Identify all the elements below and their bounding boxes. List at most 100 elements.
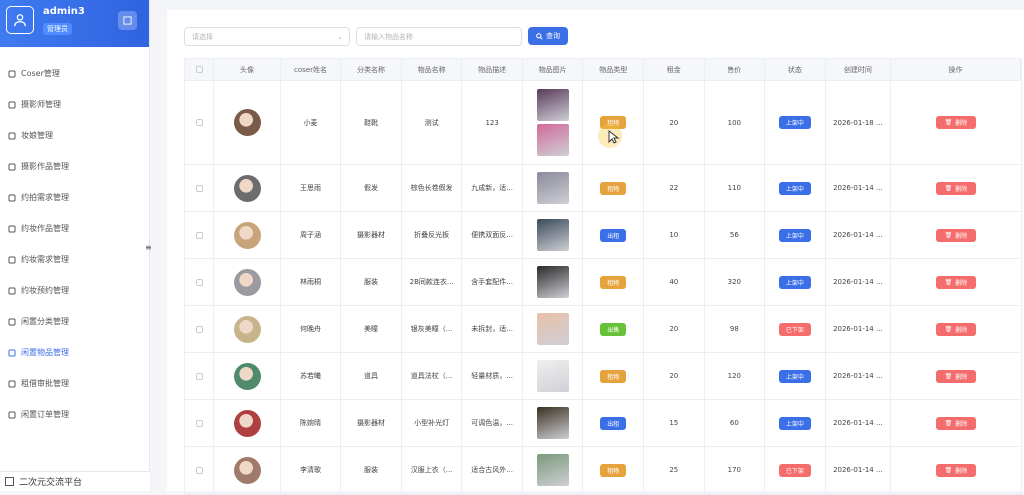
select-all-cell — [185, 59, 215, 80]
delete-button[interactable]: 🗑 删除 — [936, 416, 976, 430]
menu-document-icon — [7, 255, 16, 264]
select-all-checkbox[interactable] — [195, 66, 203, 73]
platform-name: 二次元交流平台 — [19, 478, 83, 488]
avatar-cell — [214, 306, 281, 352]
sidebar-item-8[interactable]: 闲置分类管理 — [0, 306, 149, 337]
sidebar-item-10[interactable]: 租借审批管理 — [0, 368, 149, 399]
category-select[interactable]: 请选择 ⌄ — [184, 27, 350, 46]
search-toolbar: 请选择 ⌄ 请输入物品名称 查询 — [184, 27, 568, 47]
query-button[interactable]: 查询 — [528, 27, 568, 45]
collapse-button[interactable] — [118, 11, 137, 30]
row-checkbox[interactable] — [195, 278, 203, 286]
avatar-cell — [214, 212, 281, 258]
drag-handle-icon[interactable]: ≡ — [145, 243, 152, 252]
delete-label: 删除 — [955, 120, 968, 127]
sidebar-item-4[interactable]: 约拍需求管理 — [0, 182, 149, 213]
delete-button[interactable]: 🗑 删除 — [936, 275, 976, 289]
user-avatar[interactable] — [6, 6, 34, 34]
delete-button[interactable]: 🗑 删除 — [936, 228, 976, 242]
table-row[interactable]: 陈婉晴 摄影器材 小型补光灯 可调色温，... 出租 15 60 上架中 2026-01-14 … — [185, 400, 1021, 447]
actions-cell: 🗑 删除 — [891, 447, 1021, 493]
table-row[interactable]: 林雨桐 服装 2B同款连衣... 含手套配件... 租物 40 320 上架中 2026-01-… — [185, 259, 1021, 306]
sidebar-item-9[interactable]: 闲置物品管理 — [0, 337, 149, 368]
item-image-thumbnail[interactable] — [536, 454, 569, 486]
item-description: 含手套配件... — [462, 259, 523, 305]
avatar — [233, 409, 261, 437]
row-checkbox[interactable] — [195, 184, 203, 192]
row-checkbox[interactable] — [195, 466, 203, 474]
trash-icon: 🗑 — [944, 231, 953, 239]
sidebar-header: admin3 管理员 — [0, 0, 149, 47]
sidebar-item-1[interactable]: 摄影师管理 — [0, 89, 149, 120]
row-checkbox[interactable] — [195, 231, 203, 239]
column-header: 物品描述 — [462, 59, 523, 80]
coser-name: 林雨桐 — [281, 259, 342, 305]
column-header: 物品图片 — [523, 59, 584, 80]
table-row[interactable]: 李清歌 服装 汉服上衣（... 适合古风外... 租物 25 170 已下架 2026-01-1… — [185, 447, 1021, 494]
row-select-cell — [185, 353, 215, 399]
item-image-thumbnail[interactable] — [536, 360, 569, 392]
rent-value: 10 — [644, 212, 705, 258]
sidebar-item-3[interactable]: 摄影作品管理 — [0, 151, 149, 182]
avatar — [233, 174, 261, 202]
item-image-thumbnail[interactable] — [536, 172, 569, 204]
item-name: 2B同款连衣... — [402, 259, 463, 305]
delete-button[interactable]: 🗑 删除 — [936, 181, 976, 195]
row-checkbox[interactable] — [195, 419, 203, 427]
item-image-thumbnail[interactable] — [536, 124, 569, 156]
item-name-input[interactable]: 请输入物品名称 — [356, 27, 522, 46]
items-table: 头像 coser姓名 分类名称 物品名称 物品描述 物品图片 物品类型 租金 售价 状态 创建时间操… — [184, 58, 1022, 495]
item-description: 轻量材质，... — [462, 353, 523, 399]
table-row[interactable]: 何晚舟 美瞳 银灰美瞳（... 未拆封，适... 出售 20 98 已下架 2026-01-14… — [185, 306, 1021, 353]
sidebar-item-5[interactable]: 约妆作品管理 — [0, 213, 149, 244]
item-type-cell: 租物 — [583, 259, 644, 305]
sidebar: admin3 管理员 Coser管理 摄影师管理妆娘管理摄影作品管理 约拍需求管理约… — [0, 0, 150, 491]
status-cell: 上架中 — [765, 259, 826, 305]
input-placeholder: 请输入物品名称 — [364, 32, 413, 41]
delete-button[interactable]: 🗑 删除 — [936, 463, 976, 477]
sidebar-item-11[interactable]: 闲置订单管理 — [0, 399, 149, 430]
item-image-cell — [523, 306, 584, 352]
table-row[interactable]: 王思雨 假发 棕色长卷假发 九成新，适... 租物 22 110 上架中 2026-01-14 … — [185, 165, 1021, 212]
delete-button[interactable]: 🗑 删除 — [936, 369, 976, 383]
category-name: 服装 — [341, 259, 402, 305]
sidebar-item-6[interactable]: 约妆需求管理 — [0, 244, 149, 275]
user-name: admin3 — [43, 6, 85, 17]
status-cell: 已下架 — [765, 447, 826, 493]
menu-grid-icon — [7, 317, 16, 326]
item-image-thumbnail[interactable] — [536, 219, 569, 251]
avatar — [233, 362, 261, 390]
sidebar-item-7[interactable]: 约妆预约管理 — [0, 275, 149, 306]
table-row[interactable]: 周子涵 摄影器材 折叠反光板 便携双面反... 出租 10 56 上架中 2026-01-14 … — [185, 212, 1021, 259]
price-value: 320 — [705, 259, 766, 305]
item-image-thumbnail[interactable] — [536, 313, 569, 345]
item-image-thumbnail[interactable] — [536, 407, 569, 439]
actions-cell: 🗑 删除 — [891, 259, 1021, 305]
menu-box-icon — [7, 348, 16, 357]
price-value: 170 — [705, 447, 766, 493]
item-type-tag: 出租 — [600, 228, 627, 242]
avatar — [233, 221, 261, 249]
sidebar-item-0[interactable]: Coser管理 — [0, 58, 149, 89]
row-checkbox[interactable] — [195, 325, 203, 333]
table-row[interactable]: 苏若曦 道具 道具法杖（... 轻量材质，... 租物 20 120 上架中 2026-01-1… — [185, 353, 1021, 400]
actions-cell: 🗑 删除 — [891, 400, 1021, 446]
item-image-thumbnail[interactable] — [536, 89, 569, 121]
menu-ticket-icon — [7, 193, 16, 202]
item-name: 折叠反光板 — [402, 212, 463, 258]
actions-cell: 🗑 删除 — [891, 212, 1021, 258]
delete-button[interactable]: 🗑 删除 — [936, 322, 976, 336]
user-role-badge: 管理员 — [43, 23, 72, 35]
rent-value: 40 — [644, 259, 705, 305]
delete-button[interactable]: 🗑 删除 — [936, 116, 976, 129]
platform-footer[interactable]: 二次元交流平台 — [0, 471, 150, 491]
sidebar-item-2[interactable]: 妆娘管理 — [0, 120, 149, 151]
sidebar-item-label: 妆娘管理 — [21, 131, 53, 140]
table-row[interactable]: 小麦 鞋靴 测试 123 租物 20 100 上架中 2026-01-18 ... 🗑 删除 — [185, 81, 1021, 165]
item-image-thumbnail[interactable] — [536, 266, 569, 298]
query-label: 查询 — [546, 32, 560, 40]
row-checkbox[interactable] — [195, 119, 203, 126]
item-description: 可调色温，... — [462, 400, 523, 446]
row-checkbox[interactable] — [195, 372, 203, 380]
trash-icon: 🗑 — [944, 419, 953, 427]
